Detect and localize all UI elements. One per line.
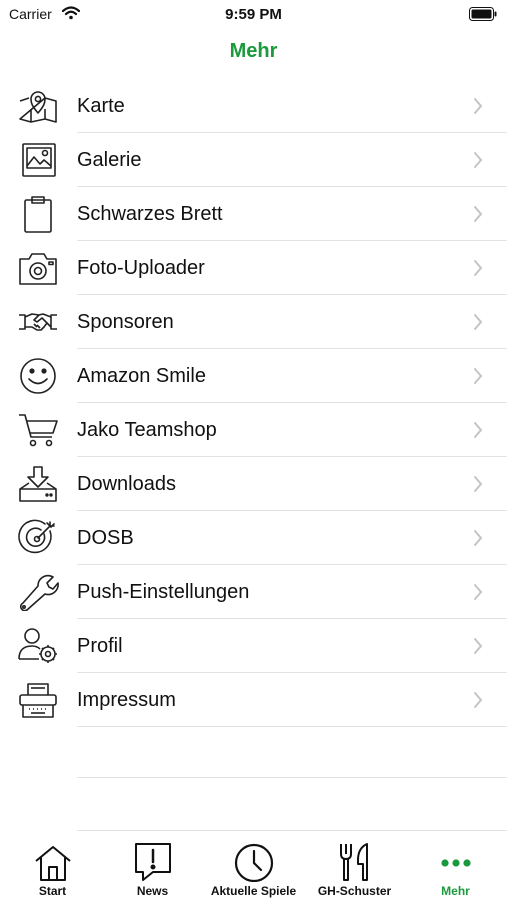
tab-mehr[interactable]: Mehr — [405, 836, 506, 900]
menu-item-label: Galerie — [77, 149, 142, 171]
menu-item-profil[interactable]: Profil — [0, 619, 507, 673]
map-pin-icon — [17, 87, 59, 125]
menu-item-label: Profil — [77, 635, 123, 657]
tab-label: News — [136, 884, 169, 898]
clock-icon — [203, 842, 304, 882]
tab-label: Aktuelle Spiele — [210, 884, 297, 898]
menu-item-amazon-smile[interactable]: Amazon Smile — [0, 349, 507, 403]
menu-item-label: Schwarzes Brett — [77, 203, 223, 225]
tab-bar: Start News Aktuelle Spiele GH-Schuster M… — [0, 836, 507, 900]
chevron-right-icon — [473, 529, 483, 552]
status-bar: Carrier 9:59 PM — [0, 0, 507, 30]
menu-item-label: Foto-Uploader — [77, 257, 205, 279]
camera-icon — [17, 249, 59, 287]
tab-aktuelle-spiele[interactable]: Aktuelle Spiele — [203, 836, 304, 900]
tab-news[interactable]: News — [102, 836, 203, 900]
menu-item-sponsoren[interactable]: Sponsoren — [0, 295, 507, 349]
tab-label: Start — [38, 884, 67, 898]
chevron-right-icon — [473, 205, 483, 228]
clipboard-icon — [17, 195, 59, 233]
chevron-right-icon — [473, 475, 483, 498]
tab-label: Mehr — [441, 884, 470, 898]
chevron-right-icon — [473, 421, 483, 444]
menu-item-label: Push-Einstellungen — [77, 581, 250, 603]
news-alert-icon — [102, 842, 203, 882]
tab-start[interactable]: Start — [2, 836, 103, 900]
typewriter-icon — [17, 681, 59, 719]
menu-list: Karte Galerie Schwarzes Brett Foto-Uploa… — [0, 79, 507, 727]
chevron-right-icon — [473, 637, 483, 660]
tab-label: GH-Schuster — [317, 884, 392, 898]
menu-item-label: Sponsoren — [77, 311, 174, 333]
gallery-image-icon — [17, 141, 59, 179]
restaurant-icon — [304, 842, 405, 882]
clock-time: 9:59 PM — [225, 6, 282, 23]
separator — [77, 726, 507, 727]
menu-item-label: DOSB — [77, 527, 134, 549]
menu-item-push-einstellungen[interactable]: Push-Einstellungen — [0, 565, 507, 619]
more-dots-icon — [405, 842, 506, 882]
wrench-icon — [17, 573, 59, 612]
battery-icon — [469, 7, 497, 26]
chevron-right-icon — [473, 583, 483, 606]
separator — [77, 777, 507, 778]
separator — [77, 830, 507, 831]
menu-item-jako-teamshop[interactable]: Jako Teamshop — [0, 403, 507, 457]
menu-item-karte[interactable]: Karte — [0, 79, 507, 133]
chevron-right-icon — [473, 151, 483, 174]
menu-item-label: Impressum — [77, 689, 176, 711]
target-icon — [17, 519, 59, 557]
menu-item-downloads[interactable]: Downloads — [0, 457, 507, 511]
home-icon — [2, 842, 103, 882]
menu-item-label: Jako Teamshop — [77, 419, 217, 441]
download-tray-icon — [17, 465, 59, 503]
menu-item-foto-uploader[interactable]: Foto-Uploader — [0, 241, 507, 295]
menu-item-galerie[interactable]: Galerie — [0, 133, 507, 187]
menu-item-label: Karte — [77, 95, 125, 117]
menu-item-label: Downloads — [77, 473, 176, 495]
chevron-right-icon — [473, 259, 483, 282]
chevron-right-icon — [473, 313, 483, 336]
menu-item-label: Amazon Smile — [77, 365, 206, 387]
chevron-right-icon — [473, 97, 483, 120]
menu-item-dosb[interactable]: DOSB — [0, 511, 507, 565]
chevron-right-icon — [473, 367, 483, 390]
shopping-cart-icon — [17, 411, 59, 449]
tab-gh-schuster[interactable]: GH-Schuster — [304, 836, 405, 900]
menu-item-impressum[interactable]: Impressum — [0, 673, 507, 727]
menu-item-schwarzes-brett[interactable]: Schwarzes Brett — [0, 187, 507, 241]
page-title: Mehr — [229, 40, 278, 62]
smiley-icon — [17, 357, 59, 395]
chevron-right-icon — [473, 691, 483, 714]
handshake-icon — [17, 303, 59, 341]
user-settings-icon — [17, 627, 59, 665]
